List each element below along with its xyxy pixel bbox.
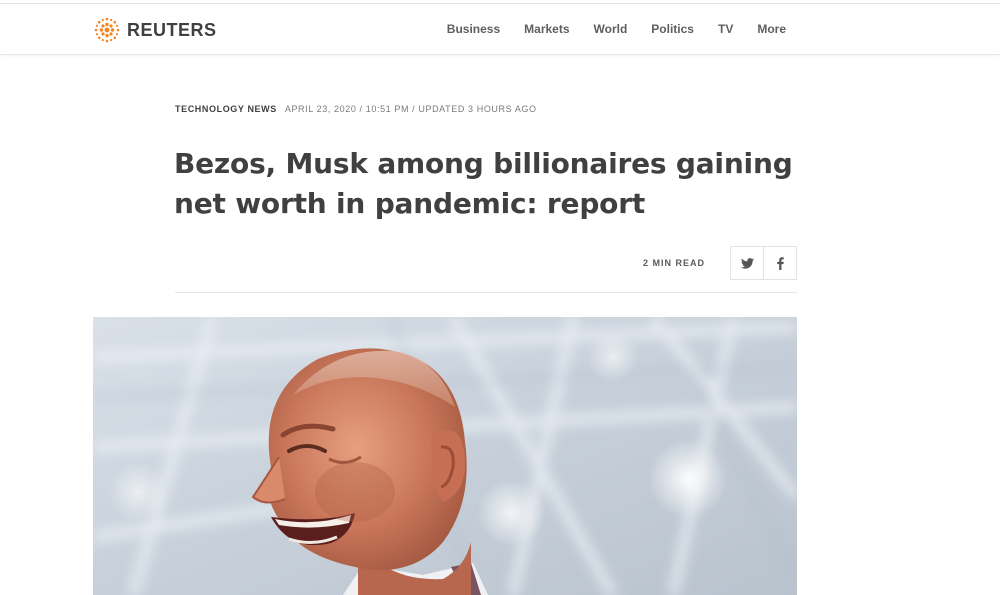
dateline: APRIL 23, 2020 / 10:51 PM / UPDATED 3 HO…: [284, 104, 537, 114]
reuters-logo[interactable]: REUTERS: [93, 15, 217, 45]
article-headline: Bezos, Musk among billionaires gaining n…: [174, 147, 793, 220]
reuters-logo-icon: [94, 17, 120, 43]
share-facebook-button[interactable]: [763, 247, 796, 279]
nav-item-more[interactable]: More: [757, 22, 786, 36]
read-time: 2 MIN READ: [642, 258, 705, 268]
section-link[interactable]: TECHNOLOGY NEWS: [175, 104, 277, 114]
share-twitter-button[interactable]: [731, 247, 763, 279]
site-header: REUTERS Business Markets World Politics …: [0, 3, 1000, 55]
article-toolbar: 2 MIN READ: [175, 246, 797, 280]
nav-item-business[interactable]: Business: [447, 22, 500, 36]
share-buttons: [730, 246, 797, 280]
header-divider: [175, 292, 797, 293]
main-nav: Business Markets World Politics TV More: [423, 4, 786, 54]
facebook-icon: [776, 256, 784, 270]
hero-photo[interactable]: [93, 317, 797, 595]
twitter-icon: [740, 257, 754, 269]
nav-item-world[interactable]: World: [594, 22, 628, 36]
brand-name: REUTERS: [127, 19, 217, 40]
nav-item-politics[interactable]: Politics: [651, 22, 694, 36]
page: REUTERS Business Markets World Politics …: [0, 0, 1000, 595]
hero-photo-illustration: [93, 317, 797, 595]
nav-item-tv[interactable]: TV: [718, 22, 733, 36]
nav-item-markets[interactable]: Markets: [524, 22, 569, 36]
article-meta: TECHNOLOGY NEWS APRIL 23, 2020 / 10:51 P…: [175, 104, 537, 114]
